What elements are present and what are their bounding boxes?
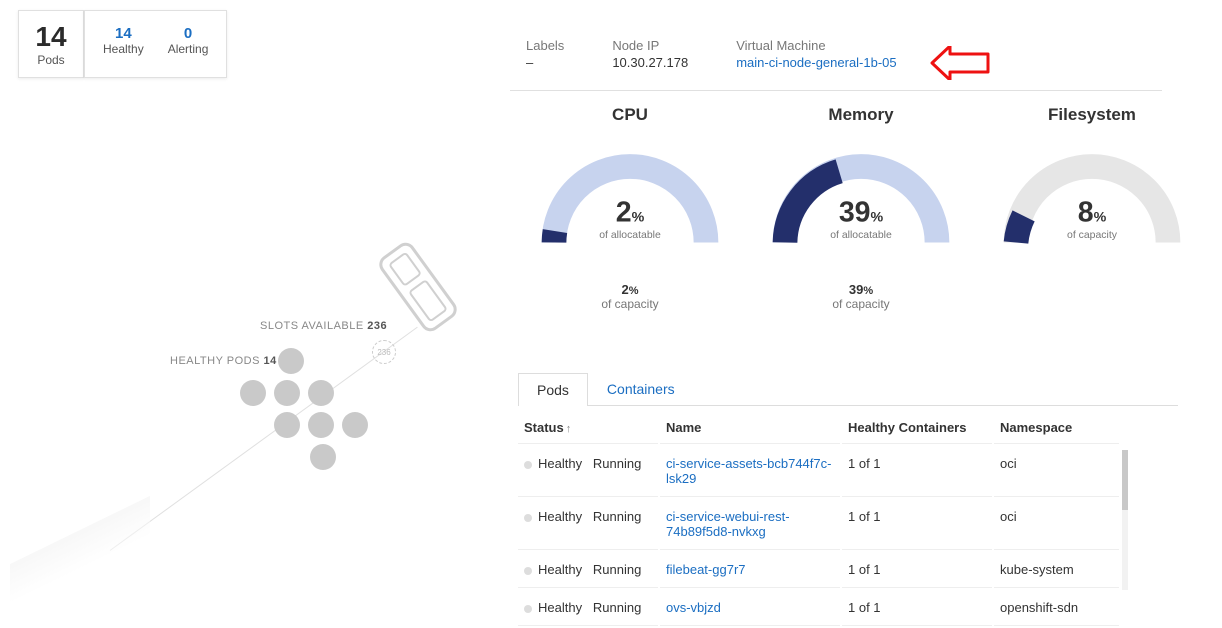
healthy-pods-label: HEALTHY PODS 14 [170,355,277,367]
nodeip-field: Node IP 10.30.27.178 [612,38,688,70]
svg-text:2%: 2% [616,197,645,229]
col-healthy-containers[interactable]: Healthy Containers [842,412,992,444]
healthy-label: Healthy [103,42,144,56]
status-dot-icon [524,567,532,575]
table-row[interactable]: Healthy Running ovs-vbjzd 1 of 1openshift-… [518,590,1119,626]
filesystem-gauge-title: Filesystem [982,105,1202,125]
col-namespace[interactable]: Namespace [994,412,1119,444]
pod-dot[interactable] [274,412,300,438]
nodeip-key: Node IP [612,38,688,53]
cell-healthy-containers: 1 of 1 [842,499,992,550]
healthy-count: 14 [103,25,144,42]
vm-link[interactable]: main-ci-node-general-1b-05 [736,55,896,70]
node-card-icon[interactable] [375,239,460,335]
cell-namespace: oci [994,446,1119,497]
pod-name-link[interactable]: ci-service-webui-rest-74b89f5d8-nvkxg [666,509,790,539]
alerting-label: Alerting [168,42,209,56]
labels-key: Labels [526,38,564,53]
slots-badge: 236 [372,340,396,364]
filesystem-gauge: Filesystem 8% of capacity [982,105,1202,311]
pods-total-label: Pods [33,53,69,67]
gauge-row: CPU 2% of allocatable 2% of capacity Mem… [520,105,1202,311]
alerting-column[interactable]: 0 Alerting [156,17,221,71]
status-dot-icon [524,461,532,469]
memory-gauge-title: Memory [751,105,971,125]
slots-available-label: SLOTS AVAILABLE 236 [260,320,387,332]
cell-namespace: kube-system [994,552,1119,588]
pod-name-link[interactable]: ovs-vbjzd [666,600,721,615]
col-name[interactable]: Name [660,412,840,444]
status-dot-icon [524,514,532,522]
labels-value: – [526,55,564,70]
vm-key: Virtual Machine [736,38,896,53]
healthy-column[interactable]: 14 Healthy [91,17,156,71]
pods-table: Status↑ Name Healthy Containers Namespac… [516,410,1121,628]
memory-capacity-label: of capacity [751,297,971,311]
svg-text:39%: 39% [839,197,884,229]
sort-asc-icon: ↑ [566,423,572,435]
vm-field: Virtual Machine main-ci-node-general-1b-… [736,38,896,70]
pod-name-link[interactable]: ci-service-assets-bcb744f7c-lsk29 [666,456,831,486]
table-row[interactable]: Healthy Running ci-service-webui-rest-74b… [518,499,1119,550]
cpu-gauge-chart: 2% of allocatable [535,135,725,255]
pod-dot[interactable] [308,380,334,406]
table-row[interactable]: Healthy Running filebeat-gg7r7 1 of 1kube-… [518,552,1119,588]
cell-name: ci-service-webui-rest-74b89f5d8-nvkxg [660,499,840,550]
status-dot-icon [524,605,532,613]
cell-healthy-containers: 1 of 1 [842,590,992,626]
cluster-visualization[interactable]: SLOTS AVAILABLE 236 236 HEALTHY PODS 14 [10,250,470,580]
pods-breakdown: 14 Healthy 0 Alerting [84,10,227,78]
cell-name: ci-service-assets-bcb744f7c-lsk29 [660,446,840,497]
col-status[interactable]: Status↑ [518,412,658,444]
pod-dot[interactable] [240,380,266,406]
cpu-capacity-label: of capacity [520,297,740,311]
table-row[interactable]: Healthy Running ci-service-assets-bcb744f… [518,446,1119,497]
cpu-capacity-value: 2% [520,282,740,297]
memory-gauge: Memory 39% of allocatable 39% of capacit… [751,105,971,311]
pods-total-card: 14 Pods [18,10,84,78]
svg-text:of capacity: of capacity [1067,230,1118,241]
memory-gauge-chart: 39% of allocatable [766,135,956,255]
tab-containers[interactable]: Containers [588,372,694,405]
cell-status: Healthy Running [518,446,658,497]
pods-summary: 14 Pods 14 Healthy 0 Alerting [18,10,227,78]
pod-tabs: Pods Containers [518,372,1178,406]
cell-name: filebeat-gg7r7 [660,552,840,588]
cell-healthy-containers: 1 of 1 [842,446,992,497]
annotation-arrow-icon [930,46,990,80]
cell-namespace: oci [994,499,1119,550]
pod-dot[interactable] [310,444,336,470]
memory-capacity-value: 39% [751,282,971,297]
labels-field: Labels – [526,38,564,70]
cell-status: Healthy Running [518,590,658,626]
pod-dot[interactable] [308,412,334,438]
cell-status: Healthy Running [518,552,658,588]
cell-name: ovs-vbjzd [660,590,840,626]
cell-healthy-containers: 1 of 1 [842,552,992,588]
pod-dot[interactable] [278,348,304,374]
cpu-gauge: CPU 2% of allocatable 2% of capacity [520,105,740,311]
filesystem-gauge-chart: 8% of capacity [997,135,1187,255]
pod-dot[interactable] [342,412,368,438]
alerting-count: 0 [168,25,209,42]
tab-pods[interactable]: Pods [518,373,588,406]
svg-text:of allocatable: of allocatable [830,230,892,241]
nodeip-value: 10.30.27.178 [612,55,688,70]
node-info-bar: Labels – Node IP 10.30.27.178 Virtual Ma… [510,30,1162,91]
cell-status: Healthy Running [518,499,658,550]
pods-total-number: 14 [33,21,69,53]
cell-namespace: openshift-sdn [994,590,1119,626]
pod-name-link[interactable]: filebeat-gg7r7 [666,562,746,577]
svg-text:of allocatable: of allocatable [599,230,661,241]
cpu-gauge-title: CPU [520,105,740,125]
table-scrollbar[interactable] [1122,450,1128,590]
svg-text:8%: 8% [1078,197,1107,229]
pod-dot[interactable] [274,380,300,406]
